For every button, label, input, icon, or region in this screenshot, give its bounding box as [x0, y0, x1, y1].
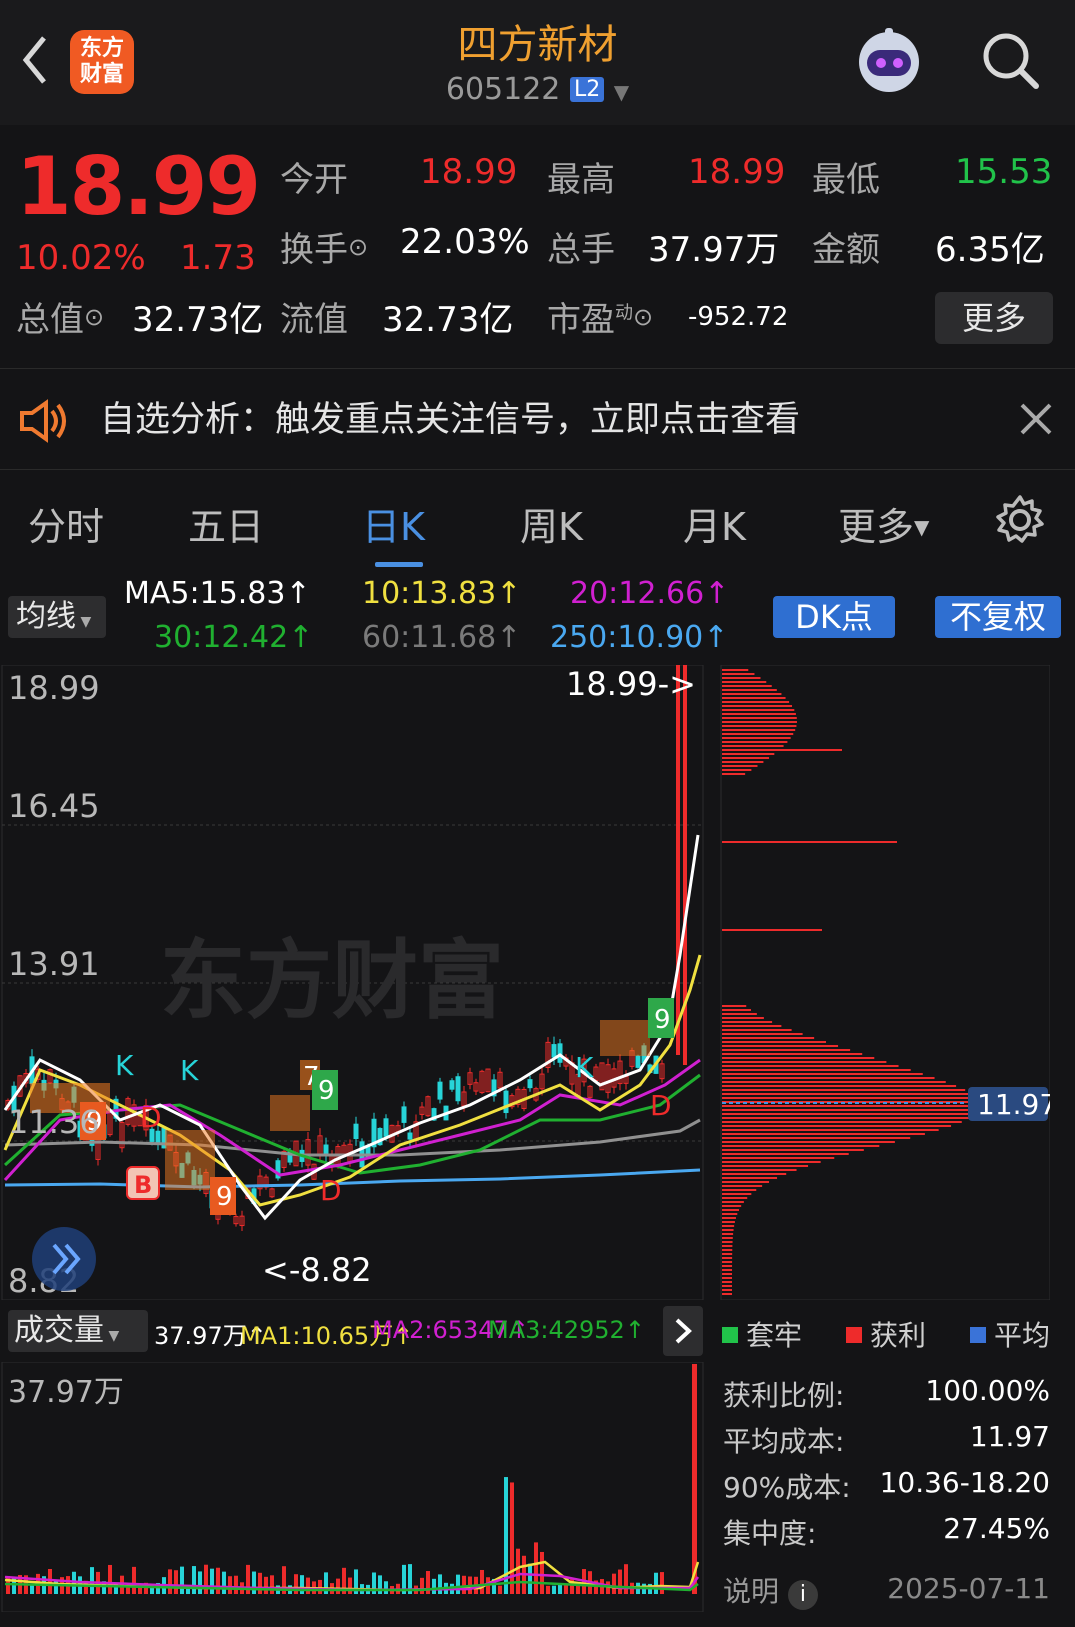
float-cap-value: 32.73亿 — [382, 300, 514, 340]
signal-k: K — [180, 1054, 199, 1087]
signal-k: K — [115, 1049, 134, 1082]
kline-chart[interactable]: 东方财富 K K K D D D 9 9 7 9 9 B 18.99-> <-8… — [0, 665, 705, 1300]
high-value: 18.99 — [688, 152, 786, 192]
explain-link[interactable]: 说明 i — [723, 1570, 818, 1610]
svg-text:B: B — [134, 1171, 152, 1199]
dk-point-button[interactable]: DK点 — [773, 596, 895, 638]
caret-icon: ▼ — [914, 515, 930, 539]
active-tab-indicator — [375, 562, 423, 567]
volume-chart[interactable]: 37.97万 — [0, 1362, 705, 1612]
caret-icon: ▼ — [104, 1328, 120, 1344]
float-cap-label: 流值 — [280, 300, 348, 340]
chip-date: 2025-07-11 — [887, 1572, 1050, 1605]
ma250-line — [4, 1168, 701, 1189]
volume-value: 37.97万 — [648, 230, 780, 270]
low-label: 最低 — [812, 160, 880, 200]
close-icon[interactable] — [1018, 401, 1054, 441]
svg-text:11.36: 11.36 — [8, 1103, 100, 1141]
tab-weekly-k[interactable]: 周K — [520, 496, 583, 551]
notice-text: 自选分析：触发重点关注信号，立即点击查看 — [100, 400, 801, 440]
chip-bars — [722, 669, 983, 1295]
settings-gear-icon[interactable] — [994, 494, 1046, 550]
ma5-value: MA5:15.83↑ — [124, 576, 311, 611]
svg-text:11.97: 11.97 — [977, 1088, 1050, 1121]
tab-intraday[interactable]: 分时 — [28, 496, 104, 551]
svg-text:16.45: 16.45 — [8, 787, 100, 825]
header-bar: 东方 财富 四方新材 605122 L2 ▼ — [0, 0, 1075, 125]
svg-text:18.99: 18.99 — [8, 669, 100, 707]
change-percent: 10.02% — [16, 238, 146, 278]
stock-code: 605122 — [445, 72, 561, 107]
ma30-value: 30:12.42↑ — [154, 620, 314, 655]
volume-ma3: MA3:42952↑ — [488, 1316, 645, 1344]
notice-banner[interactable]: 自选分析：触发重点关注信号，立即点击查看 — [0, 368, 1075, 470]
amount-label: 金额 — [812, 230, 880, 270]
pe-value: -952.72 — [688, 302, 789, 332]
svg-text:9: 9 — [216, 1182, 233, 1212]
expand-chart-button — [32, 1227, 96, 1291]
svg-text:9: 9 — [654, 1005, 671, 1035]
info-icon: ⊙ — [348, 233, 369, 261]
legend-average: 平均 — [970, 1314, 1050, 1354]
adjust-type-button[interactable]: 不复权 — [935, 596, 1061, 638]
open-label: 今开 — [280, 160, 348, 200]
ma10-value: 10:13.83↑ — [362, 576, 522, 611]
profit-ratio-label: 获利比例: — [723, 1379, 845, 1412]
volume-label: 总手 — [547, 230, 615, 270]
change-amount: 1.73 — [180, 238, 256, 278]
turnover-value: 22.03% — [400, 222, 530, 262]
ma-selector[interactable]: 均线 ▼ — [8, 596, 106, 638]
indicator-selector[interactable]: 成交量 ▼ — [8, 1310, 148, 1352]
cost-90-label: 90%成本: — [723, 1471, 851, 1504]
current-price: 18.99 — [16, 140, 261, 233]
signal-d: D — [140, 1101, 162, 1134]
dropdown-caret-icon: ▼ — [613, 80, 630, 104]
ma250-value: 250:10.90↑ — [550, 620, 729, 655]
signal-d: D — [650, 1089, 672, 1122]
tab-daily-k[interactable]: 日K — [362, 496, 425, 551]
tab-five-day[interactable]: 五日 — [188, 496, 264, 551]
info-icon: i — [787, 1580, 818, 1610]
more-quote-button[interactable]: 更多 — [935, 292, 1053, 344]
level2-badge: L2 — [569, 77, 605, 102]
avg-cost-value: 11.97 — [969, 1420, 1050, 1453]
open-value: 18.99 — [420, 152, 518, 192]
signal-d: D — [320, 1174, 342, 1207]
watermark: 东方财富 — [160, 931, 504, 1031]
cost-90-value: 10.36-18.20 — [879, 1466, 1050, 1499]
turnover-label[interactable]: 换手⊙ — [280, 222, 368, 271]
high-label: 最高 — [547, 160, 615, 200]
info-icon: ⊙ — [633, 303, 654, 331]
legend-trapped: 套牢 — [722, 1314, 802, 1354]
low-value: 15.53 — [955, 152, 1053, 192]
caret-icon: ▼ — [76, 614, 92, 630]
avg-cost-label: 平均成本: — [723, 1425, 845, 1458]
robot-assistant-icon[interactable] — [853, 24, 925, 96]
y-axis-labels: 18.99 16.45 13.91 11.36 8.82 — [8, 669, 100, 1300]
profit-ratio-value: 100.00% — [925, 1374, 1050, 1407]
signal-k: K — [575, 1051, 594, 1084]
next-indicator-icon[interactable] — [663, 1306, 703, 1356]
legend-profit: 获利 — [846, 1314, 926, 1354]
volume-y-label: 37.97万 — [8, 1375, 124, 1410]
svg-text:9: 9 — [318, 1076, 335, 1106]
svg-text:13.91: 13.91 — [8, 945, 100, 983]
low-marker: <-8.82 — [262, 1251, 372, 1289]
search-icon[interactable] — [980, 30, 1042, 92]
ma60-value: 60:11.68↑ — [362, 620, 522, 655]
info-icon: ⊙ — [84, 303, 105, 331]
speaker-icon — [18, 399, 68, 447]
amount-value: 6.35亿 — [935, 230, 1045, 270]
concentration-value: 27.45% — [943, 1512, 1050, 1545]
market-cap-value: 32.73亿 — [132, 300, 264, 340]
ma20-value: 20:12.66↑ — [570, 576, 730, 611]
concentration-label: 集中度: — [723, 1517, 817, 1550]
period-tabs: 分时 五日 日K 周K 月K 更多▼ — [0, 470, 1075, 570]
pe-label[interactable]: 市盈动⊙ — [547, 292, 653, 341]
market-cap-label[interactable]: 总值⊙ — [16, 292, 104, 341]
tab-monthly-k[interactable]: 月K — [683, 496, 746, 551]
chip-distribution-chart[interactable]: 11.97 — [720, 665, 1050, 1300]
high-marker: 18.99-> — [566, 665, 696, 703]
tab-more[interactable]: 更多▼ — [838, 496, 929, 551]
